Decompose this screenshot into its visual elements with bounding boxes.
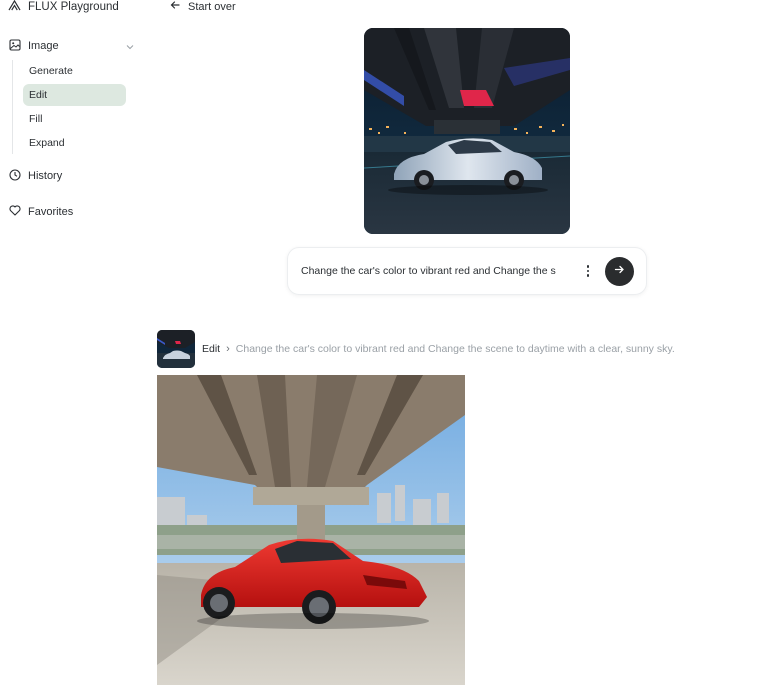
app-brand[interactable]: FLUX Playground	[8, 0, 119, 14]
sidebar-item-label: Favorites	[28, 206, 74, 218]
result-prompt-text: Change the car's color to vibrant red an…	[235, 343, 675, 355]
sidebar-nav: Image Generate Edit Fill Expand History …	[0, 34, 142, 224]
sidebar-item-expand[interactable]: Expand	[23, 132, 126, 154]
result-mode-label: Edit	[202, 343, 221, 355]
result-breadcrumb: Edit › Change the car's color to vibrant…	[202, 343, 675, 355]
heart-icon	[9, 205, 21, 219]
image-subnav: Generate Edit Fill Expand	[12, 60, 142, 154]
sidebar-item-generate[interactable]: Generate	[23, 60, 126, 82]
sidebar-item-fill[interactable]: Fill	[23, 108, 126, 130]
source-image[interactable]	[364, 28, 570, 234]
more-options-icon[interactable]	[581, 265, 595, 277]
sidebar-item-label: History	[28, 170, 63, 182]
sidebar-item-edit[interactable]: Edit	[23, 84, 126, 106]
sidebar-item-history[interactable]: History	[0, 164, 142, 188]
start-over-button[interactable]: Start over	[170, 0, 236, 13]
prompt-input[interactable]: Change the car's color to vibrant red an…	[301, 265, 571, 277]
start-over-label: Start over	[188, 0, 236, 13]
arrow-right-icon	[614, 262, 625, 280]
clock-icon	[9, 168, 21, 184]
result-thumbnail[interactable]	[157, 330, 195, 368]
sidebar-item-label: Image	[28, 40, 59, 52]
sidebar-item-favorites[interactable]: Favorites	[0, 200, 142, 224]
prompt-input-box: Change the car's color to vibrant red an…	[287, 247, 647, 295]
image-icon	[9, 38, 21, 54]
send-button[interactable]	[605, 256, 634, 286]
breadcrumb-separator: ›	[226, 343, 230, 355]
sidebar-item-image[interactable]: Image	[0, 34, 142, 58]
result-image[interactable]	[157, 375, 465, 685]
flux-logo-icon	[8, 0, 21, 14]
arrow-left-icon	[170, 0, 180, 13]
chevron-down-icon[interactable]	[126, 42, 134, 50]
app-title: FLUX Playground	[28, 1, 119, 13]
